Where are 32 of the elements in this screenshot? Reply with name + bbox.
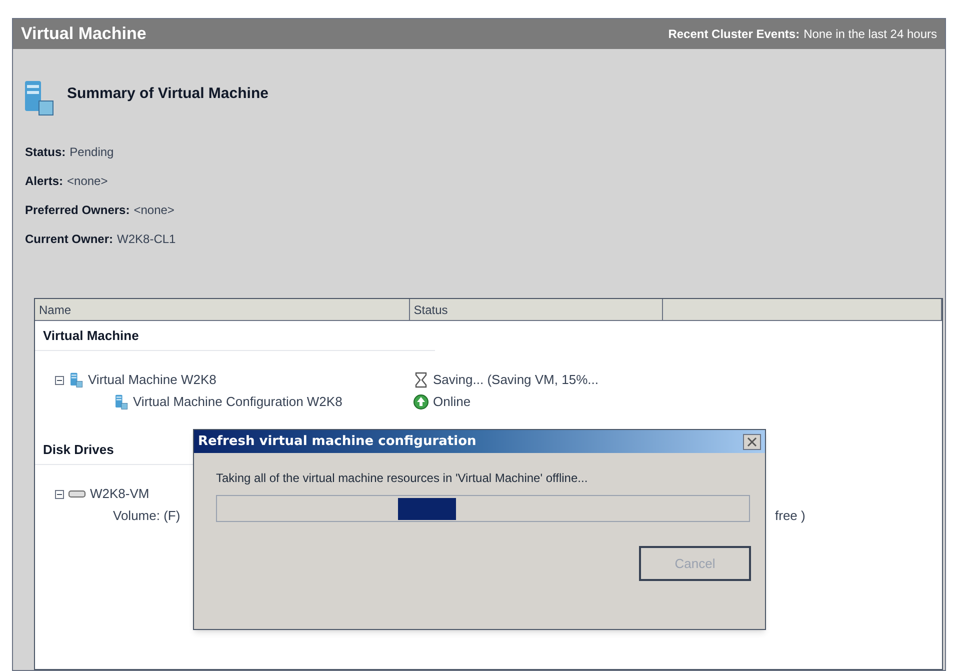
item-name[interactable]: Volume: (F) (113, 506, 180, 526)
status-text: Online (433, 393, 471, 412)
window-title: Virtual Machine (21, 23, 146, 46)
field-label: Preferred Owners: (25, 202, 130, 219)
field-label: Current Owner: (25, 231, 114, 248)
field-label: Status: (25, 144, 66, 161)
events-value: None in the last 24 hours (804, 26, 937, 43)
item-name[interactable]: Virtual Machine Configuration W2K8 (133, 392, 342, 412)
status-text: Saving... (Saving VM, 15%... (433, 371, 598, 390)
collapse-icon[interactable] (55, 490, 64, 498)
field-label: Alerts: (25, 173, 64, 190)
dialog-message: Taking all of the virtual machine resources in 'Virtual Machine' offline... (215, 470, 589, 487)
item-name[interactable]: Virtual Machine W2K8 (88, 370, 216, 390)
summary-title: Summary of Virtual Machine (67, 84, 268, 104)
field-value: Pending (70, 144, 114, 161)
field-value: <none> (67, 173, 108, 190)
field-value: <none> (134, 202, 174, 219)
close-icon (747, 436, 757, 446)
collapse-icon[interactable] (55, 376, 64, 384)
dialog-title: Refresh virtual machine configuration (198, 432, 476, 451)
item-name[interactable]: W2K8-VM (90, 484, 150, 504)
column-header[interactable]: Name (35, 299, 410, 320)
hourglass-icon (413, 372, 429, 388)
server-icon (68, 372, 84, 388)
close-button[interactable] (743, 434, 761, 450)
group-title: Virtual Machine (43, 326, 139, 345)
status-text: free ) (775, 507, 806, 526)
server-icon (113, 394, 129, 410)
group-title: Disk Drives (43, 440, 114, 459)
field-value: W2K8-CL1 (117, 231, 176, 248)
column-header[interactable]: Status (410, 299, 663, 320)
events-label: Recent Cluster Events: (668, 26, 800, 43)
